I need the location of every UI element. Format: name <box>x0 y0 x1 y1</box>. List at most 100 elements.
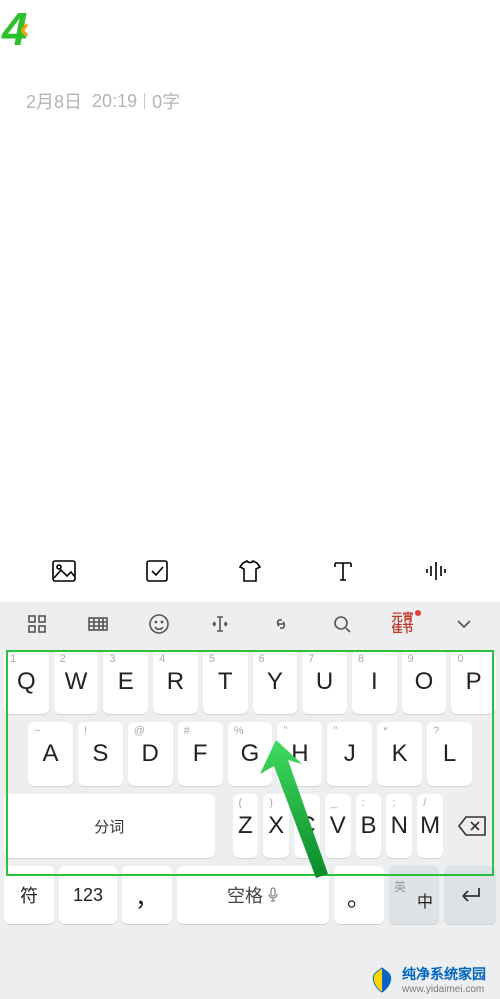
key-n[interactable]: ;N <box>386 794 412 858</box>
watermark-logo-icon <box>368 966 396 994</box>
key-m[interactable]: /M <box>417 794 443 858</box>
key-label: U <box>316 668 333 696</box>
key-label: G <box>241 740 260 768</box>
key-p[interactable]: 0P <box>451 650 496 714</box>
key-label: B <box>361 812 377 840</box>
cursor-move-icon <box>209 613 231 635</box>
watermark-text: 纯净系统家园 www.yidaimei.com <box>402 964 486 995</box>
tshirt-icon <box>237 558 263 584</box>
space-key[interactable]: 空格 <box>177 866 329 924</box>
key-superscript: : <box>362 797 365 809</box>
key-superscript: 8 <box>358 653 364 665</box>
symbols-key[interactable]: 符 <box>4 866 54 924</box>
lang-en-label: 英 <box>394 881 406 893</box>
backspace-key[interactable] <box>448 794 496 858</box>
key-h[interactable]: "H <box>277 722 322 786</box>
note-toolbar <box>0 545 500 597</box>
key-i[interactable]: 8I <box>352 650 397 714</box>
key-k[interactable]: *K <box>377 722 422 786</box>
enter-key[interactable] <box>444 866 496 924</box>
kbd-layout-button[interactable] <box>67 602 128 646</box>
segmentation-key[interactable]: 分词 <box>4 794 215 858</box>
comma-key[interactable]: ， <box>122 866 172 924</box>
key-label: L <box>443 740 456 768</box>
mic-icon <box>267 887 279 903</box>
key-superscript: ? <box>433 725 439 737</box>
key-v[interactable]: _V <box>325 794 351 858</box>
key-w[interactable]: 2W <box>54 650 99 714</box>
key-row-3-letters: (Z)X-C_V:B;N/M <box>233 794 444 858</box>
key-row-1: 1Q2W3E4R5T6Y7U8I9O0P <box>4 650 496 714</box>
key-label: N <box>391 812 408 840</box>
key-superscript: * <box>383 725 387 737</box>
key-y[interactable]: 6Y <box>253 650 298 714</box>
checklist-button[interactable] <box>142 556 172 586</box>
key-l[interactable]: ?L <box>427 722 472 786</box>
key-a[interactable]: ~A <box>28 722 73 786</box>
key-label: E <box>118 668 134 696</box>
key-e[interactable]: 3E <box>103 650 148 714</box>
meta-charcount: 0字 <box>152 88 180 114</box>
key-s[interactable]: !S <box>78 722 123 786</box>
meta-time: 20:19 <box>92 91 137 112</box>
kbd-apps-button[interactable] <box>6 602 67 646</box>
language-switch-key[interactable]: 英 中 <box>389 866 439 924</box>
notification-dot-icon <box>415 610 421 616</box>
key-g[interactable]: %G <box>228 722 273 786</box>
key-label: X <box>268 812 284 840</box>
key-label: M <box>420 812 440 840</box>
watermark: 纯净系统家园 www.yidaimei.com <box>368 964 486 995</box>
key-pad <box>220 794 228 858</box>
kbd-link-button[interactable] <box>250 602 311 646</box>
key-superscript: / <box>423 797 426 809</box>
key-superscript: 2 <box>60 653 66 665</box>
voice-input-button[interactable] <box>421 556 451 586</box>
text-icon <box>330 558 356 584</box>
key-u[interactable]: 7U <box>302 650 347 714</box>
key-c[interactable]: -C <box>294 794 320 858</box>
key-x[interactable]: )X <box>263 794 289 858</box>
key-r[interactable]: 4R <box>153 650 198 714</box>
search-icon <box>331 613 353 635</box>
keyboard-toolbar: 元宵佳节 <box>0 602 500 646</box>
checkbox-icon <box>144 558 170 584</box>
insert-image-button[interactable] <box>49 556 79 586</box>
period-key[interactable]: 。 <box>334 866 384 924</box>
keyboard-grid-icon <box>87 613 109 635</box>
key-superscript: " <box>283 725 287 737</box>
text-format-button[interactable] <box>328 556 358 586</box>
key-j[interactable]: "J <box>327 722 372 786</box>
key-t[interactable]: 5T <box>203 650 248 714</box>
key-d[interactable]: @D <box>128 722 173 786</box>
key-f[interactable]: #F <box>178 722 223 786</box>
key-b[interactable]: :B <box>356 794 382 858</box>
key-superscript: " <box>333 725 337 737</box>
numbers-key[interactable]: 123 <box>59 866 117 924</box>
meta-divider <box>144 93 145 109</box>
key-superscript: ! <box>84 725 87 737</box>
key-label: H <box>291 740 308 768</box>
page-step-badge: 4 ‹ <box>2 2 30 56</box>
key-label: V <box>330 812 346 840</box>
key-label: Y <box>267 668 283 696</box>
kbd-search-button[interactable] <box>311 602 372 646</box>
meta-date: 2月8日 <box>26 88 82 114</box>
key-q[interactable]: 1Q <box>4 650 49 714</box>
key-label: Z <box>238 812 253 840</box>
key-superscript: @ <box>134 725 145 737</box>
style-button[interactable] <box>235 556 265 586</box>
kbd-collapse-button[interactable] <box>433 602 494 646</box>
enter-icon <box>457 885 483 905</box>
hot-topic-label: 元宵佳节 <box>392 613 414 635</box>
key-label: W <box>65 668 88 696</box>
key-label: Q <box>17 668 36 696</box>
key-o[interactable]: 9O <box>402 650 447 714</box>
kbd-hot-button[interactable]: 元宵佳节 <box>372 602 433 646</box>
kbd-emoji-button[interactable] <box>128 602 189 646</box>
key-label: I <box>371 668 378 696</box>
chevron-left-icon: ‹ <box>20 12 30 46</box>
grid-icon <box>26 613 48 635</box>
key-superscript: % <box>234 725 244 737</box>
key-z[interactable]: (Z <box>233 794 259 858</box>
kbd-cursor-button[interactable] <box>189 602 250 646</box>
